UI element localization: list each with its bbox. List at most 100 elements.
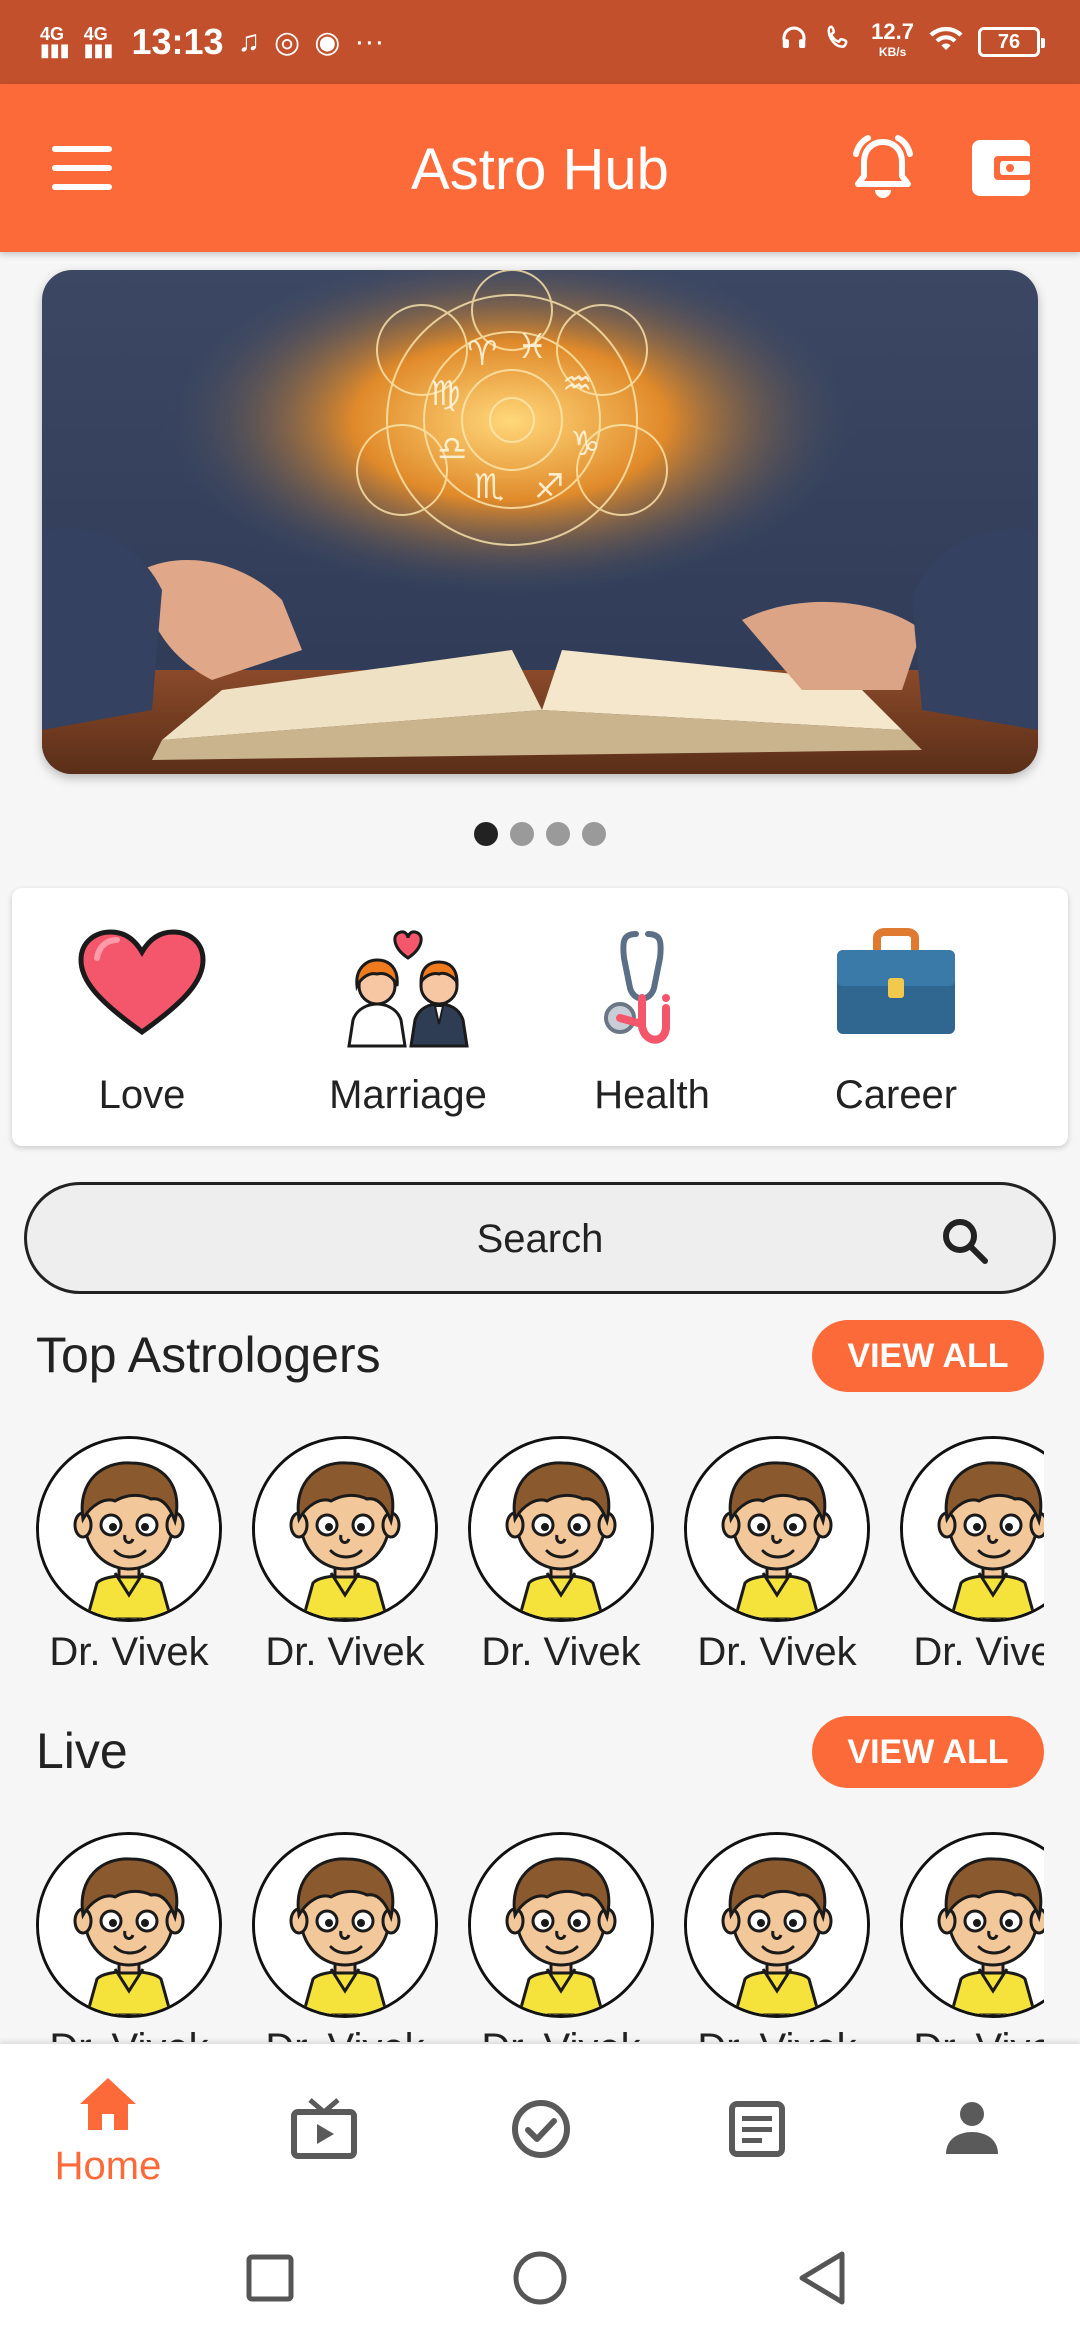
astrologer-name: Dr. Vivek [21,2026,237,2042]
stethoscope-icon [604,931,670,1044]
pagination-dot[interactable] [510,822,534,846]
astrologer-card[interactable]: Dr. Vivek [237,1832,453,2042]
bottom-navigation: Home [0,2044,1080,2212]
notification-button[interactable] [848,132,918,204]
back-icon[interactable] [796,2250,848,2306]
app-bar: Astro Hub [0,84,1080,252]
svg-text:♈: ♈ [467,334,497,374]
hero-banner[interactable]: ♈ ♓ ♒ ♑ ♐ ♏ ♎ ♍ [42,270,1038,774]
category-label: Marriage [329,1073,487,1117]
battery-indicator: 76 [978,27,1045,57]
avatar [900,1436,1044,1622]
avatar [36,1832,222,2018]
avatar [36,1436,222,1622]
category-love[interactable]: Love [32,928,252,1118]
signal-icon: ▮▮▮ [40,40,70,60]
live-tv-icon [291,2098,357,2159]
more-icon: ··· [354,25,385,58]
category-marriage[interactable]: Marriage [298,928,518,1118]
search-bar[interactable]: Search [24,1182,1056,1294]
astrologer-card[interactable]: Dr. Vivek [237,1436,453,1675]
avatar [468,1436,654,1622]
svg-text:♒: ♒ [562,364,592,404]
astrologer-card[interactable]: Dr. Vivek [453,1436,669,1675]
avatar [468,1832,654,2018]
astrologer-card[interactable]: Dr. Vivek [669,1832,885,2042]
home-icon [80,2078,136,2130]
network-speed: 12.7 KB/s [871,19,914,62]
status-right: 12.7 KB/s 76 [779,19,1045,62]
avatar-illustration [903,1835,1044,2015]
section-title-live: Live [36,1723,128,1779]
wallet-icon [972,140,1032,196]
astrologer-name: Dr. Vivek [265,1630,425,1674]
nav-live[interactable] [216,2044,432,2212]
astrologer-card[interactable]: Dr. Vivek [21,1436,237,1675]
svg-text:♏: ♏ [474,467,504,507]
app-root: 4G ▮▮▮ 4G ▮▮▮ 13:13 ♫ ◎ ◉ ··· 12.7 KB/s [0,0,1080,2340]
svg-text:♎: ♎ [437,429,467,469]
search-icon[interactable] [939,1215,991,1267]
section-title-top-astrologers: Top Astrologers [36,1327,381,1383]
network-indicator-2: 4G ▮▮▮ [84,25,114,59]
astrologer-name: Dr. Vivek [49,1630,209,1674]
briefcase-icon [837,928,955,1034]
live-list: Dr. VivekDr. VivekDr. VivekDr. VivekDr. … [0,1832,1044,2042]
view-all-top-astrologers-button[interactable]: VIEW ALL [812,1320,1044,1392]
nav-profile[interactable] [864,2044,1080,2212]
astrologer-card[interactable]: Dr. Vivek [453,1832,669,2042]
avatar-illustration [39,1835,219,2015]
category-health[interactable]: Health [542,928,762,1118]
avatar [252,1832,438,2018]
network-indicator-1: 4G ▮▮▮ [40,25,70,60]
status-time: 13:13 [131,21,224,62]
battery-level: 76 [997,30,1021,53]
avatar [252,1436,438,1622]
top-astrologers-list: Dr. Vivek Dr. Vivek Dr. Vivek Dr. Vivek Dr. … [0,1436,1044,1676]
avatar [900,1832,1044,2018]
astrologer-card[interactable]: Dr. Vivek [885,1832,1044,2042]
wifi-call-icon [823,23,857,61]
avatar-illustration [39,1439,219,1619]
banner-pagination [0,822,1080,846]
home-circle-icon[interactable] [512,2250,568,2306]
whatsapp-icon: ◎ [274,25,301,59]
astrologer-card[interactable]: Dr. Vivek [669,1436,885,1675]
view-all-live-button[interactable]: VIEW ALL [812,1716,1044,1788]
avatar [684,1436,870,1622]
wallet-button[interactable] [970,138,1032,198]
search-input[interactable]: Search [27,1217,1053,1262]
astrologer-card[interactable]: Dr. Vivek [21,1832,237,2042]
category-card: Love Marriage Health Career [12,888,1068,1146]
astrologer-name: Dr. Vivek [669,2026,885,2042]
avatar-illustration [687,1835,867,2015]
astrologer-name: Dr. Vivek [453,2026,669,2042]
svg-text:♍: ♍ [430,374,460,414]
nav-tasks[interactable] [432,2044,648,2212]
nav-articles[interactable] [648,2044,864,2212]
pagination-dot[interactable] [546,822,570,846]
category-label: Love [98,1073,186,1117]
music-icon: ♫ [237,25,261,58]
system-navigation-bar [0,2212,1080,2340]
speed-value: 12.7 [871,19,914,44]
recent-apps-icon[interactable] [246,2254,294,2302]
avatar-illustration [471,1439,651,1619]
chrome-icon: ◉ [314,25,341,59]
avatar-illustration [903,1439,1044,1619]
category-career[interactable]: Career [786,928,1006,1118]
pagination-dot[interactable] [582,822,606,846]
astrologer-name: Dr. Vivek [481,1630,641,1674]
astrologer-card[interactable]: Dr. Vivek [885,1436,1044,1675]
speed-unit: KB/s [878,45,907,59]
svg-text:♑: ♑ [570,424,600,464]
pagination-dot-active[interactable] [474,822,498,846]
app-title: Astro Hub [411,137,669,202]
astrologer-name: Dr. Vivek [697,1630,857,1674]
heart-icon [78,929,206,1036]
banner-image: ♈ ♓ ♒ ♑♐ ♏ ♎ ♍ [42,270,1038,774]
avatar-illustration [255,1835,435,2015]
nav-home[interactable]: Home [0,2044,216,2212]
avatar [684,1832,870,2018]
alarm-bell-icon [853,135,913,198]
